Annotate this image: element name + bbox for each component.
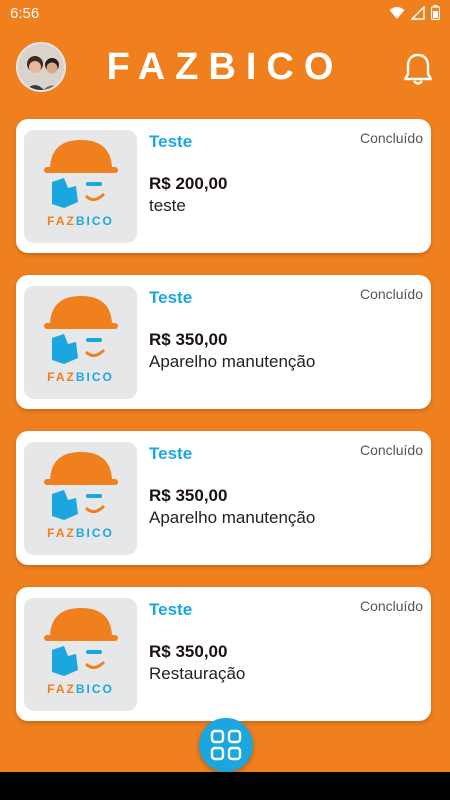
card-price: R$ 200,00 xyxy=(149,174,228,193)
app-header: FAZBICO xyxy=(0,28,450,110)
fazbico-mascot-icon xyxy=(44,608,118,676)
battery-icon xyxy=(431,5,440,20)
fazbico-logo-thumb: FAZBICO xyxy=(24,598,137,711)
fazbico-logo-text: FAZBICO xyxy=(47,214,114,228)
service-card[interactable]: FAZBICO Teste Concluído R$ 350,00 Aparel… xyxy=(16,275,431,409)
card-title: Teste xyxy=(149,600,193,619)
fazbico-logo-thumb: FAZBICO xyxy=(24,130,137,243)
card-status: Concluído xyxy=(359,286,423,302)
status-time: 6:56 xyxy=(10,5,40,22)
fazbico-mascot-icon xyxy=(44,296,118,364)
wifi-icon xyxy=(389,6,405,19)
grid-menu-button[interactable] xyxy=(199,718,253,772)
card-title: Teste xyxy=(149,132,193,151)
fazbico-mascot-icon xyxy=(44,140,118,208)
system-nav-bar xyxy=(0,772,450,800)
card-title: Teste xyxy=(149,444,193,463)
fazbico-logo-text: FAZBICO xyxy=(47,526,114,540)
status-icons xyxy=(389,5,440,20)
card-description: teste xyxy=(149,196,186,215)
fazbico-logo-text: FAZBICO xyxy=(47,370,114,384)
fazbico-logo-thumb: FAZBICO xyxy=(24,286,137,399)
card-status: Concluído xyxy=(359,442,423,458)
card-description: Aparelho manutenção xyxy=(149,352,316,371)
fazbico-logo-text: FAZBICO xyxy=(47,682,114,696)
service-card[interactable]: FAZBICO Teste Concluído R$ 350,00 Restau… xyxy=(16,587,431,721)
card-description: Aparelho manutenção xyxy=(149,508,316,527)
service-card[interactable]: FAZBICO Teste Concluído R$ 350,00 Aparel… xyxy=(16,431,431,565)
card-status: Concluído xyxy=(359,130,423,146)
card-price: R$ 350,00 xyxy=(149,642,228,661)
card-status: Concluído xyxy=(359,598,423,614)
service-card[interactable]: FAZBICO Teste Concluído R$ 200,00 teste xyxy=(16,119,431,253)
app-title: FAZBICO xyxy=(106,46,344,88)
status-bar: 6:56 xyxy=(0,0,450,28)
card-title: Teste xyxy=(149,288,193,307)
bell-icon[interactable] xyxy=(402,52,434,86)
fazbico-logo-thumb: FAZBICO xyxy=(24,442,137,555)
card-price: R$ 350,00 xyxy=(149,486,228,505)
grid-menu-icon xyxy=(210,729,242,761)
fazbico-mascot-icon xyxy=(44,452,118,520)
card-price: R$ 350,00 xyxy=(149,330,228,349)
card-description: Restauração xyxy=(149,664,246,683)
signal-icon xyxy=(411,5,425,20)
